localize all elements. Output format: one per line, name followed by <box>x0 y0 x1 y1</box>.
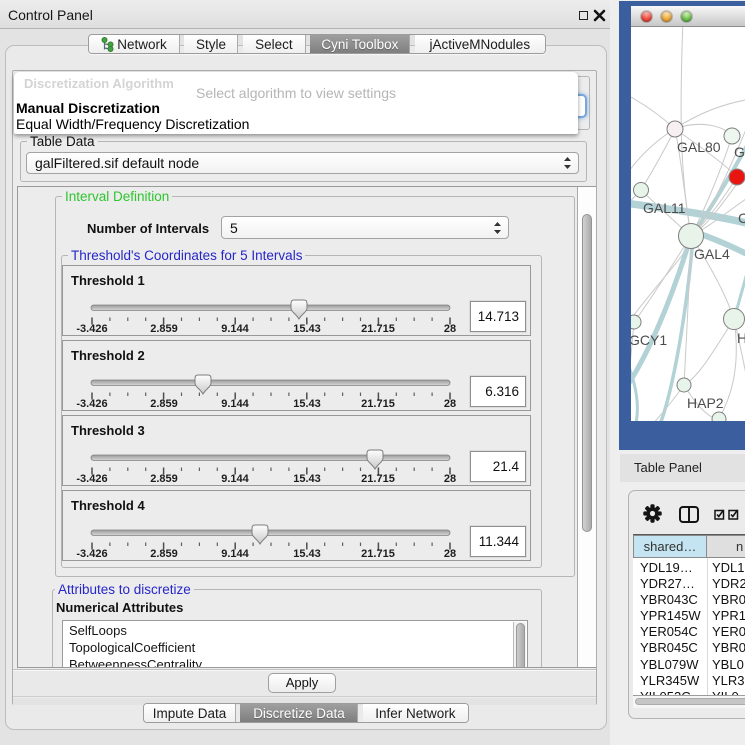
svg-text:GAL80: GAL80 <box>677 139 721 155</box>
svg-text:H: H <box>737 330 745 346</box>
svg-text:GAL11: GAL11 <box>643 200 686 216</box>
svg-text:GA: GA <box>734 144 745 160</box>
svg-text:GAL4: GAL4 <box>694 246 730 262</box>
svg-text:HAP2: HAP2 <box>687 395 724 411</box>
svg-text:C: C <box>738 210 745 226</box>
svg-text:GCY1: GCY1 <box>631 332 667 348</box>
